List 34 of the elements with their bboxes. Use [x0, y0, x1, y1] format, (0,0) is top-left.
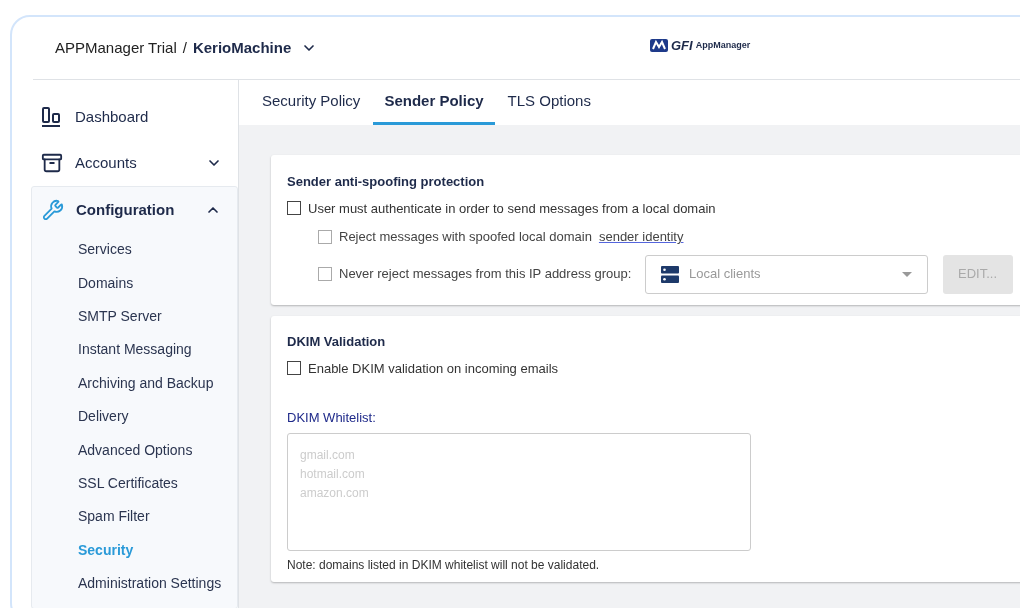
sidebar-subitem[interactable]: Advanced Options: [32, 433, 237, 467]
dashboard-icon: [41, 106, 63, 128]
tab[interactable]: TLS Options: [496, 80, 602, 125]
checkbox[interactable]: [287, 201, 301, 216]
sidebar-item[interactable]: Configuration: [76, 198, 193, 222]
dropdown-caret-icon: [902, 271, 912, 277]
wrench-icon: [42, 199, 64, 221]
checkbox-label: Enable DKIM validation on incoming emails: [308, 359, 558, 378]
sidebar-subitem[interactable]: Delivery: [32, 399, 237, 434]
sidebar-subitem[interactable]: Spam Filter: [32, 500, 237, 534]
section-title: Sender anti-spoofing protection: [287, 173, 486, 191]
sidebar-item[interactable]: Accounts: [75, 151, 194, 175]
tab[interactable]: Security Policy: [251, 80, 372, 125]
checkbox-label: Never reject messages from this IP address group:: [339, 265, 632, 284]
sidebar-subitem[interactable]: Archiving and Backup: [32, 366, 237, 400]
checkbox-label: User must authenticate in order to send messages from a local domain: [308, 199, 716, 218]
breadcrumb-separator: /: [182, 37, 187, 58]
checkbox-label: Reject messages with spoofed local domain: [339, 228, 592, 246]
logo: GFI AppManager: [650, 39, 751, 52]
sidebar-item[interactable]: Dashboard: [75, 105, 222, 129]
sidebar-subitem[interactable]: SMTP Server: [32, 299, 237, 334]
note-text: Note: domains listed in DKIM whitelist will not be validated.: [287, 556, 601, 574]
sidebar-subitem[interactable]: SSL Certificates: [32, 466, 237, 501]
sidebar-subitem[interactable]: Administration Settings: [32, 566, 237, 601]
breadcrumb-parent[interactable]: APPManager Trial: [55, 36, 177, 60]
sidebar-subitem[interactable]: Instant Messaging: [32, 333, 237, 367]
breadcrumb-current: KerioMachine: [192, 37, 292, 58]
section-title: DKIM Validation: [287, 333, 387, 351]
sidebar-subitem[interactable]: Domains: [32, 266, 237, 300]
archive-icon: [41, 152, 63, 174]
checkbox[interactable]: [287, 361, 301, 376]
field-label: DKIM Whitelist:: [287, 409, 377, 427]
server-icon: [661, 265, 679, 283]
sidebar-subitem[interactable]: Services: [32, 233, 237, 267]
